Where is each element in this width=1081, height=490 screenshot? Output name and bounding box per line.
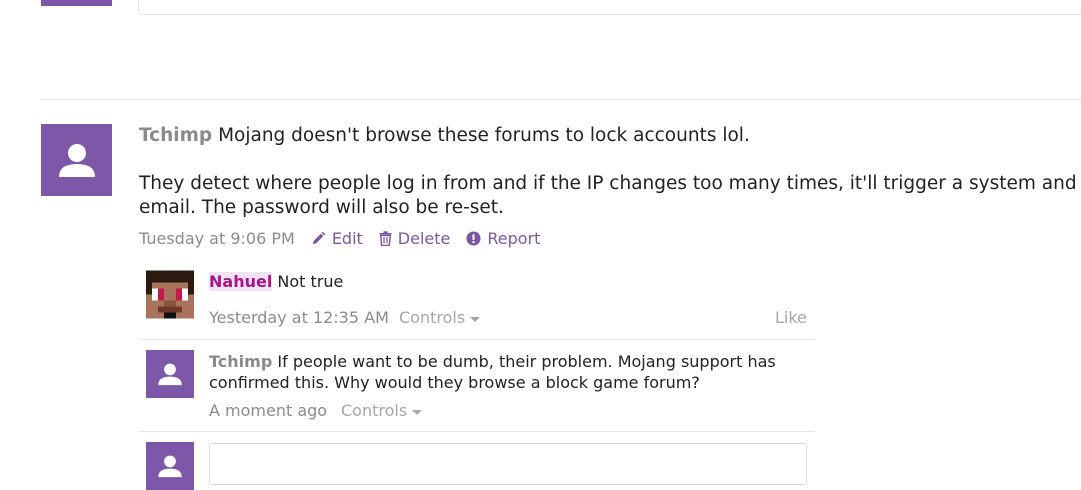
previous-post-reply-box — [138, 0, 1081, 15]
comment-2-timestamp[interactable]: A moment ago — [209, 401, 327, 420]
previous-post-avatar[interactable] — [41, 0, 112, 6]
comment-author-tchimp[interactable]: Tchimp — [209, 352, 272, 371]
edit-button[interactable]: Edit — [311, 229, 363, 248]
delete-label: Delete — [397, 229, 451, 248]
post-message-line-1: Tchimp Mojang doesn't browse these forum… — [139, 124, 750, 148]
comment-author-nahuel[interactable]: Nahuel — [209, 272, 273, 291]
comment-1-like-button[interactable]: Like — [775, 308, 807, 327]
comment-1-timestamp[interactable]: Yesterday at 12:35 AM — [209, 308, 389, 327]
edit-label: Edit — [331, 229, 363, 248]
comment-1-text: Nahuel Not true — [209, 271, 343, 293]
person-silhouette-icon — [58, 144, 95, 177]
commenter-avatar-nahuel[interactable] — [146, 270, 194, 319]
post-author-avatar[interactable] — [41, 124, 112, 196]
delete-button[interactable]: Delete — [379, 229, 451, 248]
post-divider — [41, 99, 1081, 100]
controls-label: Controls — [399, 308, 466, 327]
comment-1-controls-dropdown[interactable]: Controls — [399, 308, 481, 327]
post-author-name[interactable]: Tchimp — [139, 125, 212, 146]
comment-2-message-line-2: confirmed this. Why would they browse a … — [209, 373, 700, 392]
controls-label: Controls — [341, 401, 408, 420]
caret-down-icon — [412, 409, 423, 415]
comment-divider-2 — [139, 431, 814, 432]
person-silhouette-icon — [158, 363, 182, 386]
post-message-line-2: They detect where people log in from and… — [139, 173, 1081, 194]
post-text: Mojang doesn't browse these forums to lo… — [218, 125, 750, 146]
comment-divider-1 — [139, 339, 814, 340]
person-silhouette-icon — [158, 455, 182, 478]
post-timestamp[interactable]: Tuesday at 9:06 PM — [139, 229, 295, 248]
comment-2-text: Tchimp If people want to be dumb, their … — [209, 351, 809, 393]
minecraft-skin-avatar-icon — [146, 270, 194, 319]
report-label: Report — [487, 229, 541, 248]
current-user-avatar[interactable] — [146, 442, 194, 490]
caret-down-icon — [470, 316, 481, 322]
post-message-line-3: email. The password will also be re-set. — [139, 197, 504, 218]
comment-1-message: Not true — [277, 272, 344, 291]
post-meta: Tuesday at 9:06 PM Edit Delete Report — [139, 229, 540, 248]
reply-input[interactable] — [209, 443, 807, 485]
comment-2-controls-dropdown[interactable]: Controls — [341, 401, 423, 420]
exclamation-circle-icon — [466, 231, 481, 246]
pencil-icon — [312, 231, 326, 245]
report-button[interactable]: Report — [466, 229, 540, 248]
trash-icon — [379, 231, 392, 246]
commenter-avatar-tchimp[interactable] — [146, 350, 194, 398]
comment-2-message-line-1: If people want to be dumb, their problem… — [277, 352, 776, 371]
